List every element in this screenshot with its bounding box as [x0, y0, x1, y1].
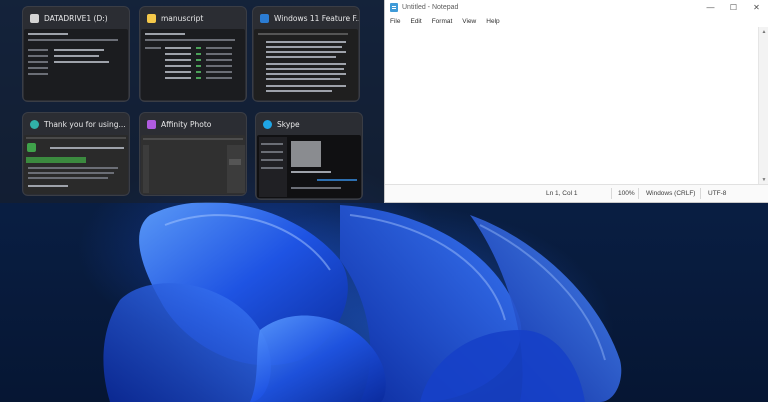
file-explorer-icon [30, 13, 39, 23]
window-preview [141, 135, 245, 194]
snap-window-skype[interactable]: Skype [255, 112, 363, 200]
menu-file[interactable]: File [390, 18, 400, 25]
snap-window-manuscript[interactable]: manuscript [139, 6, 247, 102]
menu-bar: File Edit Format View Help [385, 15, 768, 27]
vertical-scrollbar[interactable]: ▲ ▼ [758, 27, 768, 184]
skype-icon [263, 119, 272, 129]
window-preview [24, 135, 128, 194]
scroll-down-icon[interactable]: ▼ [759, 175, 768, 184]
window-title: Thank you for using... [44, 119, 126, 129]
window-title: Untitled - Notepad [402, 4, 459, 11]
window-title: Windows 11 Feature F... [274, 13, 359, 23]
snap-window-affinity-photo[interactable]: Affinity Photo [139, 112, 247, 196]
maximize-button[interactable]: ☐ [722, 0, 745, 15]
window-preview [24, 29, 128, 100]
menu-format[interactable]: Format [432, 18, 453, 25]
text-editor[interactable] [385, 27, 758, 184]
window-title: Skype [277, 119, 300, 129]
close-button[interactable]: ✕ [745, 0, 768, 15]
window-preview [257, 135, 361, 198]
window-preview [254, 29, 358, 100]
window-preview [141, 29, 245, 100]
window-title: DATADRIVE1 (D:) [44, 13, 108, 23]
snap-window-edge[interactable]: Thank you for using... [22, 112, 130, 196]
menu-view[interactable]: View [462, 18, 476, 25]
snap-window-word-document[interactable]: Windows 11 Feature F... [252, 6, 360, 102]
notepad-window[interactable]: Untitled - Notepad — ☐ ✕ File Edit Forma… [384, 0, 768, 203]
line-endings: Windows (CRLF) [646, 190, 696, 197]
snap-window-datadrive[interactable]: DATADRIVE1 (D:) [22, 6, 130, 102]
snap-assist-panel: DATADRIVE1 (D:) manuscript Windows 11 Fe… [0, 0, 384, 203]
word-icon [260, 13, 269, 23]
scroll-up-icon[interactable]: ▲ [759, 27, 768, 36]
cursor-position: Ln 1, Col 1 [546, 190, 578, 197]
affinity-photo-icon [147, 119, 156, 129]
notepad-icon [390, 3, 398, 12]
window-title: manuscript [161, 13, 204, 23]
window-title: Affinity Photo [161, 119, 212, 129]
folder-icon [147, 13, 156, 23]
edge-icon [30, 119, 39, 129]
window-controls: — ☐ ✕ [699, 0, 768, 15]
encoding: UTF-8 [708, 190, 727, 197]
zoom-level: 100% [618, 190, 635, 197]
menu-edit[interactable]: Edit [410, 18, 421, 25]
minimize-button[interactable]: — [699, 0, 722, 15]
menu-help[interactable]: Help [486, 18, 499, 25]
status-bar: Ln 1, Col 1 100% Windows (CRLF) UTF-8 [385, 184, 768, 202]
